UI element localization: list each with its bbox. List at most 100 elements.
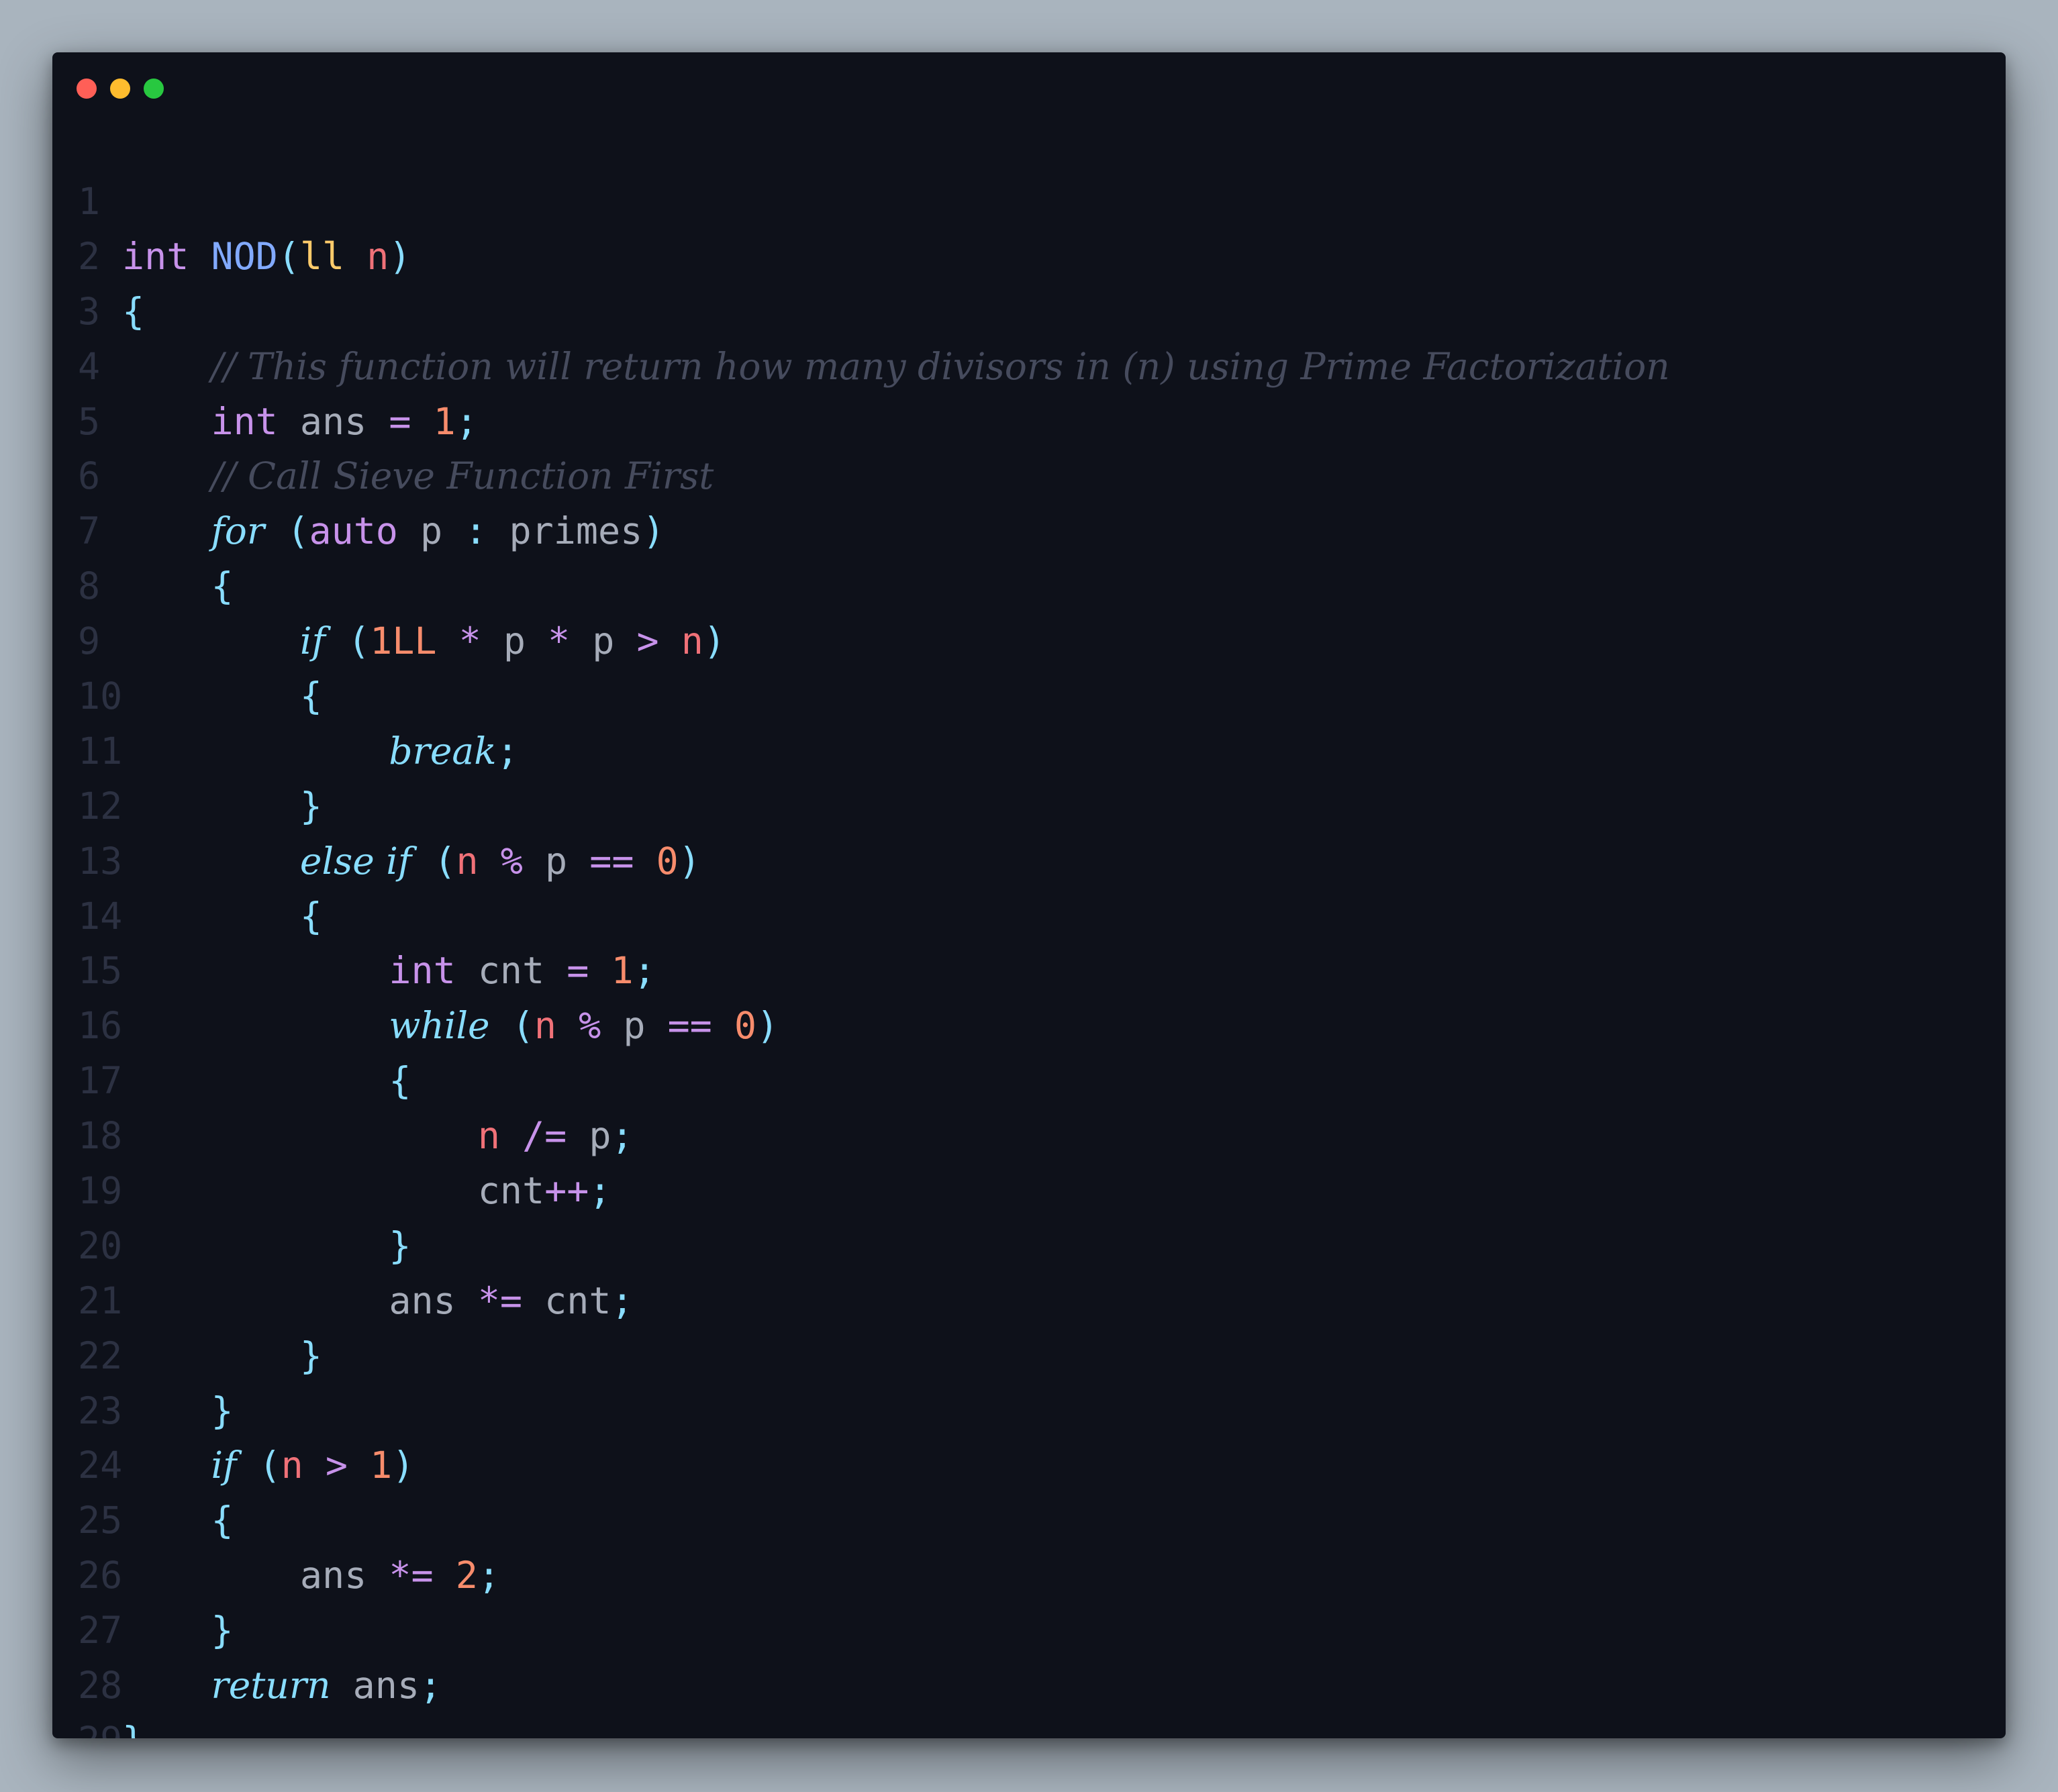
code-token: ) — [756, 1004, 779, 1048]
code-token: ans — [277, 399, 389, 443]
code-line: 2 int NOD(ll n) — [78, 230, 1670, 285]
code-token: /= — [522, 1114, 567, 1158]
line-number: 2 — [78, 234, 101, 278]
code-token: { — [389, 1059, 411, 1103]
code-token: n — [534, 1004, 556, 1048]
code-token: ) — [392, 1444, 415, 1487]
code-token: ( — [511, 1004, 534, 1048]
line-number: 18 — [78, 1114, 123, 1158]
code-line: 17 { — [78, 1054, 1670, 1109]
code-token: ( — [287, 509, 309, 553]
code-token: } — [122, 1719, 144, 1738]
code-token: auto — [309, 509, 398, 553]
code-token: : — [464, 509, 487, 553]
line-number: 13 — [78, 839, 123, 883]
code-token: ( — [347, 619, 371, 663]
code-line: 18 n /= p; — [78, 1109, 1670, 1164]
code-token: { — [211, 1499, 234, 1542]
line-number: 10 — [78, 675, 123, 718]
code-token: ; — [496, 729, 519, 773]
line-number: 28 — [78, 1664, 123, 1707]
code-line: 1 — [78, 175, 1670, 230]
code-line: 3{ — [78, 285, 1670, 340]
code-line: 12 } — [78, 779, 1670, 834]
line-number: 3 — [78, 289, 101, 333]
code-line: 21 ans *= cnt; — [78, 1274, 1670, 1329]
code-token: 1 — [611, 949, 634, 993]
line-number: 26 — [78, 1554, 123, 1597]
code-token: NOD — [211, 234, 278, 278]
code-line: 27 } — [78, 1603, 1670, 1658]
code-token: ( — [434, 839, 456, 883]
code-token: } — [211, 1609, 234, 1652]
code-line: 6 // Call Sieve Function First — [78, 449, 1670, 504]
code-line: 23 } — [78, 1384, 1670, 1439]
code-line: 16 while (n % p == 0) — [78, 999, 1670, 1054]
code-token: ; — [455, 399, 478, 443]
code-token: cnt — [522, 1279, 611, 1322]
code-token: int — [389, 949, 456, 993]
code-token: int — [211, 399, 278, 443]
code-token: { — [299, 894, 323, 938]
code-token: } — [299, 1334, 323, 1377]
code-token: ) — [678, 839, 701, 883]
code-token: % — [500, 839, 523, 883]
minimize-icon[interactable] — [110, 79, 130, 99]
code-token: ans — [122, 1554, 389, 1597]
code-token: > — [636, 619, 659, 663]
code-token: 1LL — [370, 619, 437, 663]
code-editor: 1 2 int NOD(ll n) 3{4 // This function will… — [78, 175, 1670, 1738]
code-line: 29} — [78, 1713, 1670, 1738]
code-token: * — [458, 619, 481, 663]
code-token: ( — [258, 1444, 281, 1487]
close-icon[interactable] — [77, 79, 97, 99]
code-token: while — [389, 1004, 490, 1048]
code-token: n — [366, 234, 389, 278]
code-token: ; — [611, 1279, 634, 1322]
code-token: for — [211, 509, 265, 553]
code-line: 11 break; — [78, 724, 1670, 779]
line-number: 17 — [78, 1059, 123, 1103]
line-number: 24 — [78, 1444, 123, 1487]
code-token: 0 — [656, 839, 679, 883]
code-token: = — [567, 949, 589, 993]
code-token: 1 — [433, 399, 456, 443]
code-token: ; — [633, 949, 656, 993]
code-token: n — [681, 619, 703, 663]
code-token: *= — [477, 1279, 523, 1322]
code-token: = — [389, 399, 411, 443]
line-number: 5 — [78, 399, 101, 443]
code-token: } — [211, 1389, 234, 1432]
code-token: p — [397, 509, 465, 553]
window-titlebar — [52, 52, 2006, 126]
maximize-icon[interactable] — [144, 79, 164, 99]
line-number: 21 — [78, 1279, 123, 1322]
code-token: * — [548, 619, 571, 663]
code-line: 13 else if (n % p == 0) — [78, 834, 1670, 889]
code-line: 15 int cnt = 1; — [78, 944, 1670, 999]
code-token: { — [211, 564, 234, 608]
line-number: 23 — [78, 1389, 123, 1432]
code-line: 9 if (1LL * p * p > n) — [78, 614, 1670, 669]
line-number: 11 — [78, 729, 123, 773]
line-number: 19 — [78, 1169, 123, 1213]
